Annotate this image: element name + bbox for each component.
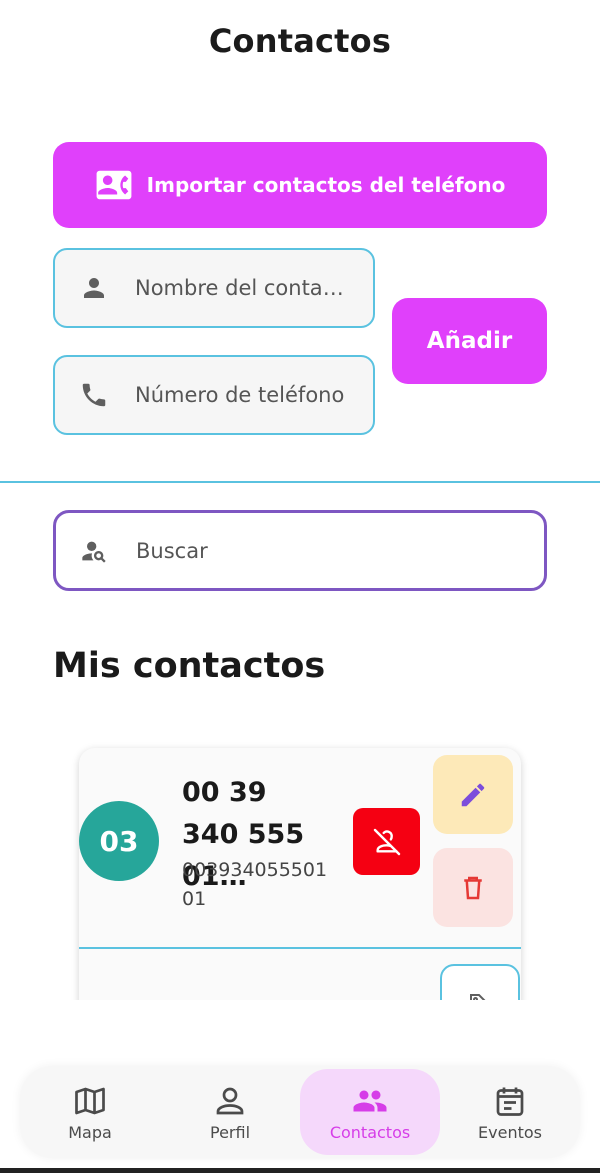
phone-icon bbox=[82, 383, 106, 407]
phone-number-placeholder: Número de teléfono bbox=[135, 383, 345, 407]
person-off-icon bbox=[373, 828, 400, 855]
search-input[interactable]: Buscar bbox=[53, 510, 547, 591]
person-search-icon bbox=[82, 541, 106, 563]
person-icon bbox=[84, 278, 104, 298]
import-contacts-label: Importar contactos del teléfono bbox=[146, 173, 506, 197]
edit-contact-button[interactable] bbox=[433, 755, 513, 834]
search-placeholder: Buscar bbox=[136, 538, 208, 563]
nav-item-eventos[interactable]: Eventos bbox=[440, 1069, 580, 1155]
add-contact-button[interactable]: Añadir bbox=[392, 298, 547, 384]
nav-item-mapa[interactable]: Mapa bbox=[20, 1069, 160, 1155]
person-icon bbox=[216, 1087, 244, 1114]
nav-label-mapa: Mapa bbox=[68, 1122, 112, 1142]
block-contact-button[interactable] bbox=[353, 808, 420, 875]
section-divider bbox=[0, 481, 600, 483]
contacts-card-icon bbox=[96, 170, 132, 200]
calendar-icon bbox=[496, 1087, 524, 1116]
page-title: Contactos bbox=[208, 22, 392, 60]
nav-label-eventos: Eventos bbox=[478, 1122, 542, 1142]
phone-number-input[interactable]: Número de teléfono bbox=[53, 355, 375, 435]
nav-item-perfil[interactable]: Perfil bbox=[160, 1069, 300, 1155]
card-divider bbox=[79, 947, 521, 949]
tag-icon bbox=[470, 994, 486, 1000]
contact-name-input[interactable]: Nombre del contacto bbox=[53, 248, 375, 328]
home-indicator bbox=[0, 1168, 600, 1173]
contact-card[interactable]: 03 00 39 340 555 01… 00393405550101 bbox=[79, 748, 521, 1000]
contact-name-placeholder: Nombre del contacto bbox=[135, 276, 350, 300]
group-icon bbox=[353, 1090, 387, 1111]
trash-icon bbox=[464, 876, 482, 899]
import-contacts-button[interactable]: Importar contactos del teléfono bbox=[53, 142, 547, 228]
map-icon bbox=[75, 1087, 105, 1114]
contact-phone: 00393405550101 bbox=[182, 859, 328, 910]
nav-label-contactos: Contactos bbox=[329, 1122, 411, 1142]
bottom-navigation: Mapa Perfil Contactos Eventos bbox=[20, 1066, 580, 1158]
nav-item-contactos[interactable]: Contactos bbox=[300, 1069, 440, 1155]
contacts-list[interactable]: 03 00 39 340 555 01… 00393405550101 bbox=[70, 740, 535, 1000]
tag-contact-button[interactable] bbox=[440, 964, 520, 1000]
pencil-icon bbox=[461, 783, 485, 806]
nav-label-perfil: Perfil bbox=[209, 1122, 251, 1142]
contact-avatar: 03 bbox=[79, 801, 159, 881]
my-contacts-heading: Mis contactos bbox=[53, 646, 326, 686]
delete-contact-button[interactable] bbox=[433, 848, 513, 927]
